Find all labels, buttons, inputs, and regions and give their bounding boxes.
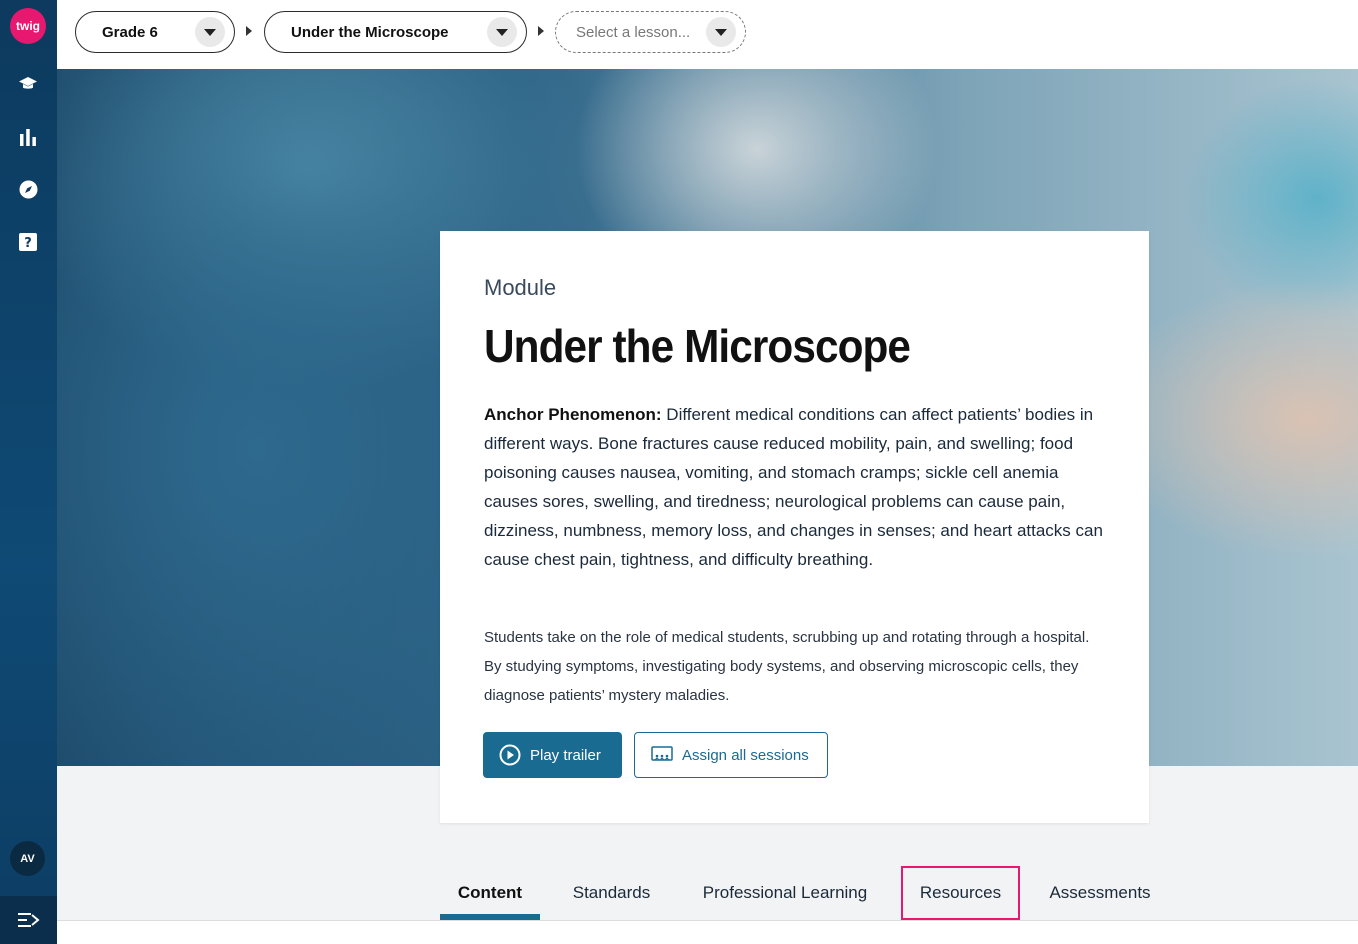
twig-logo[interactable]: twig [10, 8, 46, 44]
assign-all-label: Assign all sessions [682, 746, 809, 764]
logo-text: twig [16, 19, 40, 33]
play-icon [499, 744, 521, 766]
graduation-cap-icon[interactable] [17, 73, 39, 95]
tab-professional-learning[interactable]: Professional Learning [686, 866, 884, 920]
chevron-down-icon[interactable] [706, 17, 736, 47]
tab-label: Assessments [1049, 883, 1151, 902]
play-trailer-label: Play trailer [530, 746, 601, 764]
chevron-down-icon[interactable] [195, 17, 225, 47]
active-tab-indicator [440, 914, 540, 920]
avatar[interactable]: AV [10, 841, 45, 876]
tab-content[interactable]: Content [440, 866, 540, 920]
tab-label: Standards [572, 883, 651, 902]
tab-label: Resources [919, 883, 1002, 902]
bar-chart-icon[interactable] [17, 126, 39, 148]
breadcrumb-arrow-icon [246, 26, 252, 36]
page-title: Under the Microscope [484, 320, 911, 372]
sidebar: twig ? AV [0, 0, 57, 944]
module-description: Students take on the role of medical stu… [484, 629, 1090, 704]
lesson-selector[interactable]: Select a lesson... [555, 11, 746, 53]
top-bar: Grade 6 Under the Microscope Select a le… [57, 0, 1358, 69]
tab-assessments[interactable]: Assessments [1035, 866, 1165, 920]
compass-icon[interactable] [17, 178, 39, 200]
assign-all-sessions-button[interactable]: Assign all sessions [634, 732, 828, 778]
tab-label: Professional Learning [702, 883, 868, 902]
collapse-menu-button[interactable] [0, 896, 57, 944]
avatar-initials: AV [20, 852, 35, 865]
chevron-down-icon[interactable] [487, 17, 517, 47]
grade-selector[interactable]: Grade 6 [75, 11, 235, 53]
anchor-phenomenon: Anchor Phenomenon: Different medical con… [484, 400, 1109, 574]
collapse-menu-icon [17, 913, 40, 927]
assign-classroom-icon [651, 746, 673, 764]
module-type-label: Module [484, 275, 557, 300]
module-selector[interactable]: Under the Microscope [264, 11, 527, 53]
breadcrumb-arrow-icon [538, 26, 544, 36]
grade-label: Grade 6 [102, 23, 158, 41]
tab-label: Content [457, 883, 523, 902]
module-card: Module Under the Microscope Anchor Pheno… [440, 231, 1149, 823]
lesson-placeholder: Select a lesson... [576, 23, 691, 41]
content-area [57, 921, 1358, 944]
module-label: Under the Microscope [291, 23, 449, 41]
svg-text:?: ? [24, 236, 32, 251]
tab-standards[interactable]: Standards [558, 866, 665, 920]
anchor-text: Different medical conditions can affect … [484, 405, 1103, 569]
anchor-label: Anchor Phenomenon: [484, 405, 662, 424]
play-trailer-button[interactable]: Play trailer [483, 732, 622, 778]
tab-resources[interactable]: Resources [901, 866, 1020, 920]
help-icon[interactable]: ? [17, 231, 39, 253]
